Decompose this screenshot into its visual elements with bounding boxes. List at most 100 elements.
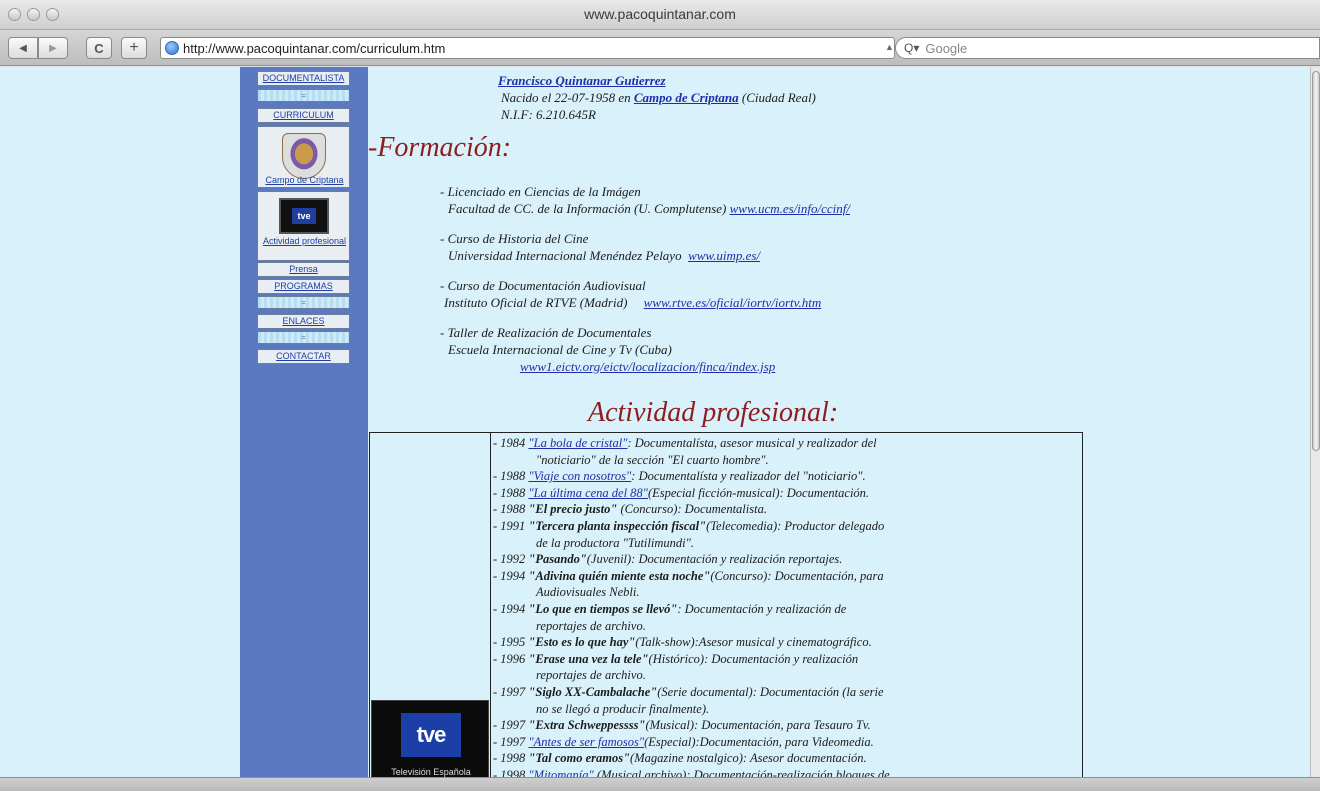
tve-logo-mark: tve: [401, 713, 461, 757]
scrollbar-thumb[interactable]: [1312, 71, 1320, 451]
tve-logo-caption: Televisión Española: [391, 767, 471, 777]
nav-separator: =: [257, 331, 350, 344]
activity-entry: - 1994 "Lo que en tiempos se llevó": Doc…: [493, 601, 1083, 634]
formacion-item-link[interactable]: www.ucm.es/info/ccinf/: [730, 201, 850, 216]
forward-arrow-icon: ▶: [49, 42, 57, 54]
nav-campo[interactable]: Campo de Criptana: [258, 175, 351, 186]
search-field[interactable]: Q▾ Google: [895, 37, 1320, 59]
program-link[interactable]: "Antes de ser famosos": [528, 735, 644, 749]
activity-description: (Serie documental): Documentación (la se…: [657, 684, 884, 699]
activity-entry: - 1984 "La bola de cristal": Documentalí…: [493, 435, 1083, 468]
activity-year: - 1997: [493, 734, 529, 749]
activity-year: - 1992: [493, 552, 529, 567]
formacion-item-link[interactable]: www1.eictv.org/eictv/localizacion/finca/…: [520, 359, 775, 374]
activity-list: - 1984 "La bola de cristal": Documentalí…: [493, 435, 1083, 777]
nav-campo-card[interactable]: Campo de Criptana: [257, 126, 350, 188]
url-dropdown-icon[interactable]: ▲: [885, 42, 894, 52]
activity-entry: - 1988 "La última cena del 88"(Especial …: [493, 485, 1083, 502]
program-title: "Esto es lo que hay": [528, 635, 636, 650]
window-titlebar: www.pacoquintanar.com: [0, 0, 1320, 30]
activity-year: - 1998: [493, 751, 529, 766]
activity-year: - 1988: [493, 469, 529, 484]
activity-entry: - 1994 "Adivina quién miente esta noche"…: [493, 568, 1083, 601]
program-title: "El precio justo": [528, 502, 618, 517]
activity-description-continued: Audiovisuales Nebli.: [536, 585, 640, 600]
activity-description: (Magazine nostalgico): Asesor documentac…: [630, 751, 867, 766]
nav-actividad-card[interactable]: tve Actividad profesional: [257, 191, 350, 261]
activity-year: - 1984: [493, 436, 529, 450]
activity-description-continued: "noticiario" de la sección "El cuarto ho…: [536, 452, 769, 467]
activity-description: (Musical): Documentación, para Tesauro T…: [645, 718, 871, 733]
activity-year: - 1998: [493, 767, 529, 777]
nav-prensa[interactable]: Prensa: [257, 262, 350, 277]
formacion-item-title: - Taller de Realización de Documentales: [440, 325, 652, 340]
program-link[interactable]: "La bola de cristal": [528, 436, 627, 450]
activity-year: - 1995: [493, 635, 529, 650]
person-name-line: Francisco Quintanar Gutierrez: [498, 73, 666, 89]
formacion-item-institution: Escuela Internacional de Cine y Tv (Cuba…: [448, 342, 672, 357]
nav-separator: =: [257, 296, 350, 309]
table-divider: [490, 433, 491, 777]
activity-entry: - 1997 "Siglo XX-Cambalache"(Serie docum…: [493, 684, 1083, 717]
globe-icon: [165, 41, 179, 55]
activity-year: - 1994: [493, 568, 529, 583]
formacion-item-detail: Instituto Oficial de RTVE (Madrid) www.r…: [444, 295, 821, 311]
formacion-item-link[interactable]: www.rtve.es/oficial/iortv/iortv.htm: [644, 295, 822, 310]
program-title: "Pasando": [528, 552, 587, 567]
activity-year: - 1994: [493, 601, 529, 616]
activity-description: (Especial ficción-musical): Documentació…: [647, 485, 870, 500]
activity-description-continued: reportajes de archivo.: [536, 668, 646, 683]
activity-description: : Documentación y realización de: [677, 601, 847, 616]
formacion-item-detail: Facultad de CC. de la Información (U. Co…: [448, 201, 850, 217]
program-link[interactable]: "Mitomanía": [528, 768, 593, 777]
activity-entry: - 1992 "Pasando"(Juvenil): Documentación…: [493, 551, 1083, 568]
forward-button[interactable]: ▶: [38, 37, 68, 59]
add-bookmark-button[interactable]: +: [121, 37, 147, 59]
activity-description: (Telecomedia): Productor delegado: [706, 518, 885, 533]
main-content: Francisco Quintanar Gutierrez Nacido el …: [368, 67, 1318, 777]
activity-entry: - 1988 "El precio justo" (Concurso): Doc…: [493, 501, 1083, 518]
activity-year: - 1997: [493, 718, 529, 733]
activity-description: (Concurso): Documentalista.: [617, 502, 767, 517]
program-title: "Tal como eramos": [528, 751, 631, 766]
nav-curriculum[interactable]: CURRICULUM: [257, 108, 350, 123]
activity-entry: - 1991 "Tercera planta inspección fiscal…: [493, 518, 1083, 551]
program-title: "Tercera planta inspección fiscal": [528, 518, 707, 533]
birthplace-link[interactable]: Campo de Criptana: [634, 90, 739, 105]
person-name-link[interactable]: Francisco Quintanar Gutierrez: [498, 73, 666, 88]
program-link[interactable]: "Viaje con nosotros": [528, 469, 631, 483]
nav-enlaces[interactable]: ENLACES: [257, 314, 350, 329]
back-button[interactable]: ◀: [8, 37, 38, 59]
formacion-item-detail: www1.eictv.org/eictv/localizacion/finca/…: [520, 359, 775, 375]
formacion-item-link[interactable]: www.uimp.es/: [688, 248, 760, 263]
activity-description: (Musical archivo): Documentación-realiza…: [593, 767, 890, 777]
page-viewport: DOCUMENTALISTA = CURRICULUM Campo de Cri…: [0, 67, 1320, 777]
activity-description: (Concurso): Documentación, para: [710, 568, 884, 583]
reload-button[interactable]: C: [86, 37, 112, 59]
search-placeholder: Google: [925, 40, 968, 56]
program-title: "Erase una vez la tele": [528, 651, 649, 666]
browser-toolbar: ◀ ▶ C + http://www.pacoquintanar.com/cur…: [0, 30, 1320, 66]
nav-contactar[interactable]: CONTACTAR: [257, 349, 350, 364]
reload-icon: C: [94, 40, 104, 56]
activity-year: - 1996: [493, 651, 529, 666]
tve-logo-image: tve Televisión Española: [371, 700, 489, 777]
formacion-item-institution: Instituto Oficial de RTVE (Madrid): [444, 295, 631, 310]
activity-year: - 1988: [493, 485, 529, 500]
nav-actividad[interactable]: Actividad profesional: [258, 236, 351, 247]
nav-programas[interactable]: PROGRAMAS: [257, 279, 350, 294]
tve-logo-small: tve: [279, 198, 329, 234]
program-title: "Siglo XX-Cambalache": [528, 684, 658, 699]
formacion-item-title: - Curso de Historia del Cine: [440, 231, 589, 246]
activity-description-continued: de la productora "Tutilimundi".: [536, 535, 694, 550]
formacion-item-detail: Universidad Internacional Menéndez Pelay…: [448, 248, 760, 264]
formacion-item-title: - Curso de Documentación Audiovisual: [440, 278, 646, 293]
vertical-scrollbar[interactable]: [1310, 67, 1320, 777]
activity-description: (Juvenil): Documentación y realización r…: [586, 552, 843, 567]
activity-description-continued: reportajes de archivo.: [536, 618, 646, 633]
activity-entry: - 1996 "Erase una vez la tele"(Histórico…: [493, 651, 1083, 684]
address-bar[interactable]: http://www.pacoquintanar.com/curriculum.…: [160, 37, 895, 59]
nav-documentalista[interactable]: DOCUMENTALISTA: [257, 71, 350, 86]
program-link[interactable]: "La última cena del 88": [528, 486, 648, 500]
activity-description: (Histórico): Documentación y realización: [648, 651, 859, 666]
